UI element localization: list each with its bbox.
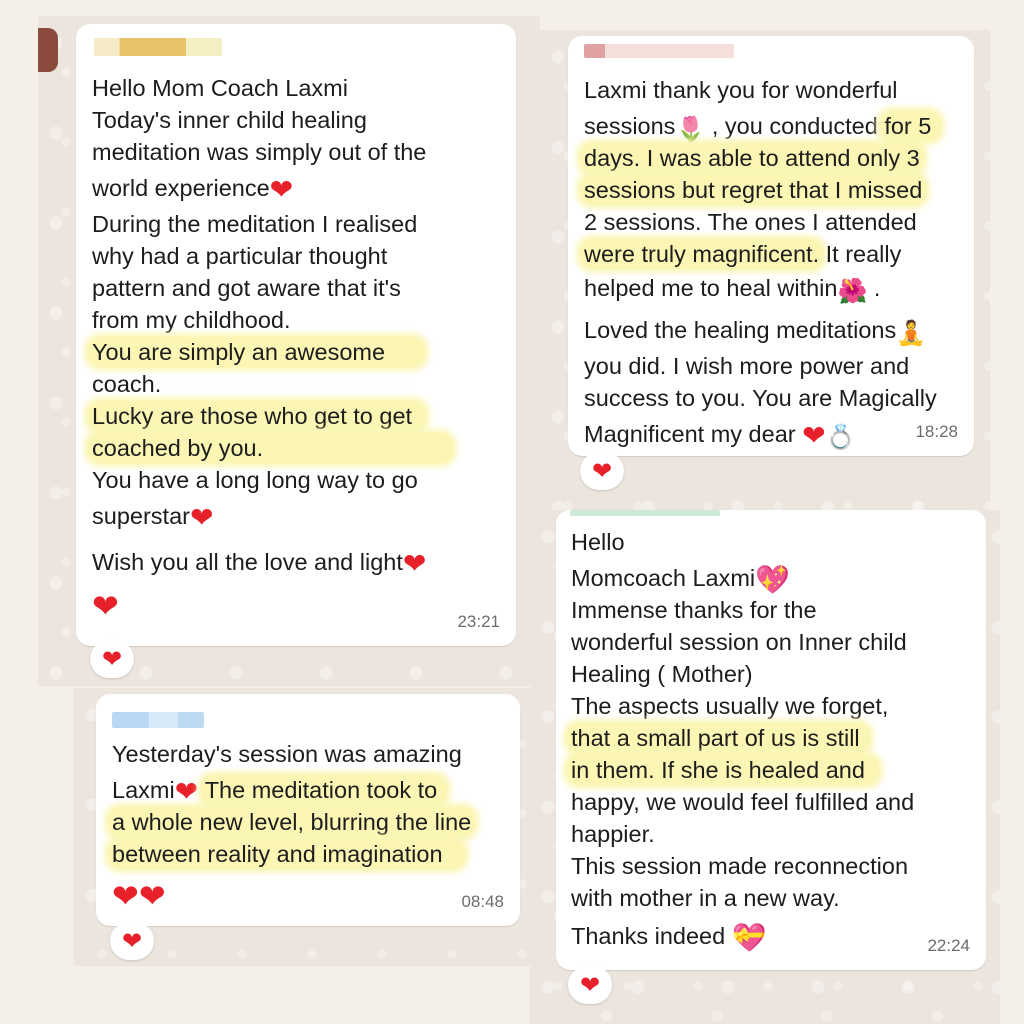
message-text: Laxmi [112, 777, 175, 803]
heart-reaction[interactable]: ❤ [90, 640, 134, 678]
message-timestamp: 23:21 [457, 612, 500, 631]
red-heart-icon: ❤ [579, 971, 601, 999]
red-heart-icon: ❤ [138, 877, 166, 915]
message-text: meditation was simply out of the [92, 139, 427, 165]
message-text: Hello [571, 529, 625, 555]
highlighted-text: were truly magnificent. [580, 239, 824, 269]
message-text: sessions [584, 113, 676, 139]
highlighted-text: coached by you. [88, 433, 454, 463]
message-bubble-1[interactable]: Hello Mom Coach Laxmi Today's inner chil… [76, 24, 516, 646]
message-text: Wish you all the love and light [92, 549, 403, 575]
red-heart-icon: ❤ [591, 457, 613, 485]
message-text: from my childhood. [92, 307, 291, 333]
message-text: with mother in a new way. [571, 885, 840, 911]
hibiscus-icon: 🌺 [837, 277, 868, 305]
message-text: you did. I wish more power and [584, 353, 910, 379]
message-text: During the meditation I realised [92, 211, 418, 237]
heart-with-ribbon-icon: 💝 [731, 921, 767, 954]
highlighted-text: The meditation took to [200, 775, 448, 805]
ring-icon: 💍 [825, 423, 856, 451]
highlighted-text: sessions but regret that I missed [580, 175, 927, 205]
message-text: Yesterday's session was amazing [112, 741, 462, 767]
message-text: Immense thanks for the [571, 597, 817, 623]
heart-reaction[interactable]: ❤ [110, 922, 154, 960]
message-text: Loved the healing meditations [584, 317, 897, 343]
message-timestamp: 08:48 [461, 892, 504, 911]
message-bubble-3[interactable]: Yesterday's session was amazing Laxmi❤ T… [96, 694, 520, 926]
sender-name-blurred [584, 44, 734, 58]
highlighted-text: in them. If she is healed and [567, 755, 879, 785]
highlighted-text: days. I was able to attend only 3 [580, 143, 924, 173]
message-text: success to you. You are Magically [584, 385, 937, 411]
message-text: The aspects usually we forget, [571, 693, 889, 719]
message-bubble-4[interactable]: Hello Momcoach Laxmi💖 Immense thanks for… [556, 510, 986, 970]
message-text: wonderful session on Inner child [571, 629, 907, 655]
message-text: why had a particular thought [92, 243, 388, 269]
message-text: pattern and got aware that it's [92, 275, 401, 301]
message-text: Thanks indeed [571, 923, 726, 949]
heart-reaction[interactable]: ❤ [580, 452, 624, 490]
highlighted-text: Lucky are those who get to get [88, 401, 427, 431]
red-heart-icon: ❤ [189, 501, 214, 534]
message-text: coach. [92, 371, 162, 397]
highlighted-text: You are simply an awesome [88, 337, 426, 367]
message-text: Momcoach Laxmi [571, 565, 756, 591]
message-timestamp: 18:28 [915, 422, 958, 441]
sparkling-heart-icon: 💖 [755, 563, 791, 596]
red-heart-icon: ❤ [121, 927, 143, 955]
tulip-icon: 🌷 [675, 115, 706, 143]
message-text: happier. [571, 821, 655, 847]
red-heart-icon: ❤ [802, 419, 826, 452]
message-bubble-2[interactable]: Laxmi thank you for wonderful sessions🌷 … [568, 36, 974, 456]
sender-name-blurred [570, 510, 720, 516]
message-timestamp: 22:24 [927, 936, 970, 955]
highlighted-text: between reality and imagination [108, 839, 465, 869]
message-text: . [867, 275, 881, 301]
message-text: It really [819, 241, 902, 267]
heart-reaction[interactable]: ❤ [568, 966, 612, 1004]
message-text: world experience [92, 175, 270, 201]
sender-name-blurred [94, 38, 222, 56]
message-text: Hello Mom Coach Laxmi [92, 75, 348, 101]
red-heart-icon: ❤ [101, 645, 123, 673]
red-heart-icon: ❤ [92, 587, 119, 625]
message-text: 2 sessions. The ones I attended [584, 209, 917, 235]
red-heart-icon: ❤ [402, 547, 427, 580]
red-heart-icon: ❤ [269, 173, 294, 206]
message-text: This session made reconnection [571, 853, 909, 879]
message-text: happy, we would feel fulfilled and [571, 789, 915, 815]
message-text: Magnificent my dear [584, 421, 796, 447]
message-text: , you conducted [705, 113, 885, 139]
sender-name-blurred [112, 712, 204, 728]
message-text: You have a long long way to go [92, 467, 418, 493]
message-text: Laxmi thank you for wonderful [584, 77, 898, 103]
highlighted-text: a whole new level, blurring the line [108, 807, 476, 837]
red-heart-icon: ❤ [112, 877, 139, 915]
meditating-person-icon: 🧘 [896, 319, 927, 347]
message-text: helped me to heal within [584, 275, 838, 301]
highlighted-text: for 5 [880, 111, 942, 141]
message-text: Healing ( Mother) [571, 661, 753, 687]
red-heart-icon: ❤ [174, 775, 199, 808]
message-text: Today's inner child healing [92, 107, 367, 133]
highlighted-text: that a small part of us is still [567, 723, 870, 753]
avatar [38, 28, 58, 72]
message-text: superstar [92, 503, 190, 529]
